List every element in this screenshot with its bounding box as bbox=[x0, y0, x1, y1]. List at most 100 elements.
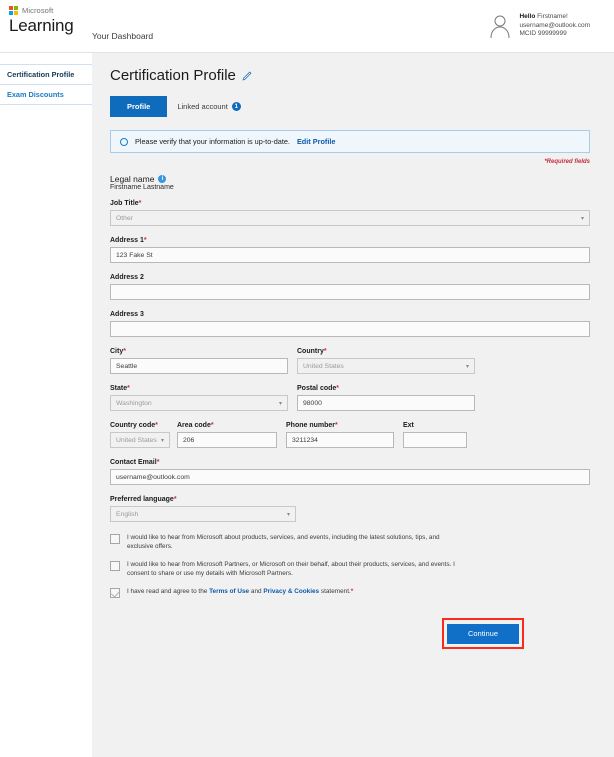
edit-pencil-icon[interactable] bbox=[242, 70, 253, 81]
field-country-code: Country code* United States ▾ bbox=[110, 422, 170, 448]
continue-button-area: Continue bbox=[110, 618, 590, 649]
area-code-input[interactable]: 206 bbox=[177, 432, 277, 448]
consent-partners-text: I would like to hear from Microsoft Part… bbox=[127, 561, 455, 577]
verify-info-notice: Please verify that your information is u… bbox=[110, 130, 590, 153]
privacy-cookies-link[interactable]: Privacy & Cookies bbox=[263, 588, 319, 595]
terms-of-use-link[interactable]: Terms of Use bbox=[209, 588, 249, 595]
user-mcid: MCID 99999999 bbox=[519, 30, 567, 38]
field-address3: Address 3 bbox=[110, 311, 590, 337]
microsoft-logo-icon bbox=[9, 6, 18, 15]
country-select[interactable]: United States ▾ bbox=[297, 358, 475, 374]
country-code-value: United States bbox=[116, 436, 157, 444]
tab-linked-account[interactable]: Linked account 1 bbox=[167, 95, 250, 118]
terms-pre-text: I have read and agree to the bbox=[127, 588, 208, 595]
country-value: United States bbox=[303, 362, 344, 370]
required-marker: * bbox=[336, 385, 340, 392]
field-ext: Ext bbox=[403, 422, 467, 448]
user-account-block[interactable]: Hello Firstname! username@outlook.com MC… bbox=[488, 13, 590, 39]
terms-agreement-text: I have read and agree to the Terms of Us… bbox=[127, 587, 353, 596]
tab-linked-account-label: Linked account bbox=[177, 102, 228, 111]
country-label: Country* bbox=[297, 348, 327, 355]
required-marker: * bbox=[127, 385, 130, 392]
terms-mid-text: and bbox=[250, 588, 262, 595]
city-label: City* bbox=[110, 348, 126, 355]
terms-post-text: statement. bbox=[320, 588, 351, 595]
job-title-select[interactable]: Other ▾ bbox=[110, 210, 590, 226]
field-postal-code: Postal code* 98000 bbox=[297, 385, 475, 411]
phone-number-label: Phone number* bbox=[286, 422, 338, 429]
postal-code-value: 98000 bbox=[303, 399, 322, 407]
city-value: Seattle bbox=[116, 362, 138, 370]
contact-email-label: Contact Email* bbox=[110, 459, 160, 466]
sidebar-item-exam-discounts[interactable]: Exam Discounts bbox=[0, 84, 92, 105]
avatar-icon bbox=[490, 15, 510, 39]
row-phone: Country code* United States ▾ Area code*… bbox=[110, 422, 590, 448]
field-address2: Address 2 bbox=[110, 274, 590, 300]
preferred-language-label: Preferred language* bbox=[110, 496, 177, 503]
required-marker: * bbox=[155, 422, 158, 429]
info-circle-icon bbox=[120, 137, 128, 146]
required-marker: * bbox=[138, 200, 142, 207]
field-phone-number: Phone number* 3211234 bbox=[286, 422, 394, 448]
your-dashboard-link[interactable]: Your Dashboard bbox=[92, 31, 153, 41]
address3-input[interactable] bbox=[110, 321, 590, 337]
field-area-code: Area code* 206 bbox=[177, 422, 277, 448]
phone-number-input[interactable]: 3211234 bbox=[286, 432, 394, 448]
user-email: username@outlook.com bbox=[519, 21, 590, 29]
field-country: Country* United States ▾ bbox=[297, 348, 475, 374]
page-title-row: Certification Profile bbox=[110, 67, 590, 84]
consent-microsoft-row[interactable]: I would like to hear from Microsoft abou… bbox=[110, 533, 590, 551]
chevron-down-icon: ▾ bbox=[286, 511, 290, 518]
required-marker: * bbox=[335, 422, 338, 429]
required-marker: * bbox=[123, 348, 126, 355]
continue-button[interactable]: Continue bbox=[446, 624, 519, 644]
hello-label: Hello bbox=[519, 13, 536, 20]
required-fields-note: *Required fields bbox=[544, 159, 590, 165]
job-title-label: Job Title* bbox=[110, 200, 142, 207]
chevron-down-icon: ▾ bbox=[278, 400, 282, 407]
address2-input[interactable] bbox=[110, 284, 590, 300]
notice-text: Please verify that your information is u… bbox=[135, 137, 290, 146]
required-marker: * bbox=[210, 422, 214, 429]
consent-partners-checkbox[interactable] bbox=[110, 561, 120, 571]
page-title: Certification Profile bbox=[110, 67, 236, 84]
area-code-value: 206 bbox=[183, 436, 195, 444]
address1-input[interactable]: 123 Fake St bbox=[110, 247, 590, 263]
city-input[interactable]: Seattle bbox=[110, 358, 288, 374]
postal-code-label: Postal code* bbox=[297, 385, 340, 392]
required-marker: * bbox=[143, 237, 147, 244]
ext-input[interactable] bbox=[403, 432, 467, 448]
ext-label: Ext bbox=[403, 422, 414, 429]
address3-label: Address 3 bbox=[110, 311, 144, 318]
address1-value: 123 Fake St bbox=[116, 251, 153, 259]
consent-microsoft-checkbox[interactable] bbox=[110, 534, 120, 544]
required-marker: * bbox=[156, 459, 160, 466]
country-code-select[interactable]: United States ▾ bbox=[110, 432, 170, 448]
linked-account-badge: 1 bbox=[231, 102, 241, 111]
terms-agreement-row[interactable]: I have read and agree to the Terms of Us… bbox=[110, 587, 590, 598]
row-state-postal: State* Washington ▾ Postal code* 98000 bbox=[110, 385, 590, 411]
tab-profile[interactable]: Profile bbox=[110, 95, 168, 118]
field-preferred-language: Preferred language* English ▾ bbox=[110, 496, 590, 522]
continue-highlight-box: Continue bbox=[441, 618, 524, 649]
chevron-down-icon: ▾ bbox=[580, 215, 584, 222]
sidebar-item-certification-profile[interactable]: Certification Profile bbox=[0, 64, 92, 84]
edit-profile-link[interactable]: Edit Profile bbox=[297, 137, 336, 146]
tab-bar: Profile Linked account 1 bbox=[110, 95, 590, 118]
preferred-language-select[interactable]: English ▾ bbox=[110, 506, 296, 522]
terms-agreement-checkbox[interactable] bbox=[110, 588, 120, 598]
legal-name-info-icon[interactable]: i bbox=[158, 175, 167, 183]
required-marker: * bbox=[350, 588, 354, 595]
consent-partners-row[interactable]: I would like to hear from Microsoft Part… bbox=[110, 560, 590, 578]
field-address1: Address 1* 123 Fake St bbox=[110, 237, 590, 263]
postal-code-input[interactable]: 98000 bbox=[297, 395, 475, 411]
address1-label: Address 1* bbox=[110, 237, 147, 244]
legal-name-row: Legal name i bbox=[110, 174, 590, 184]
contact-email-input[interactable]: username@outlook.com bbox=[110, 469, 590, 485]
state-label: State* bbox=[110, 385, 130, 392]
chevron-down-icon: ▾ bbox=[465, 363, 469, 370]
preferred-language-value: English bbox=[116, 510, 139, 518]
field-state: State* Washington ▾ bbox=[110, 385, 288, 411]
brand-logo[interactable]: Microsoft Learning bbox=[9, 6, 74, 36]
state-select[interactable]: Washington ▾ bbox=[110, 395, 288, 411]
